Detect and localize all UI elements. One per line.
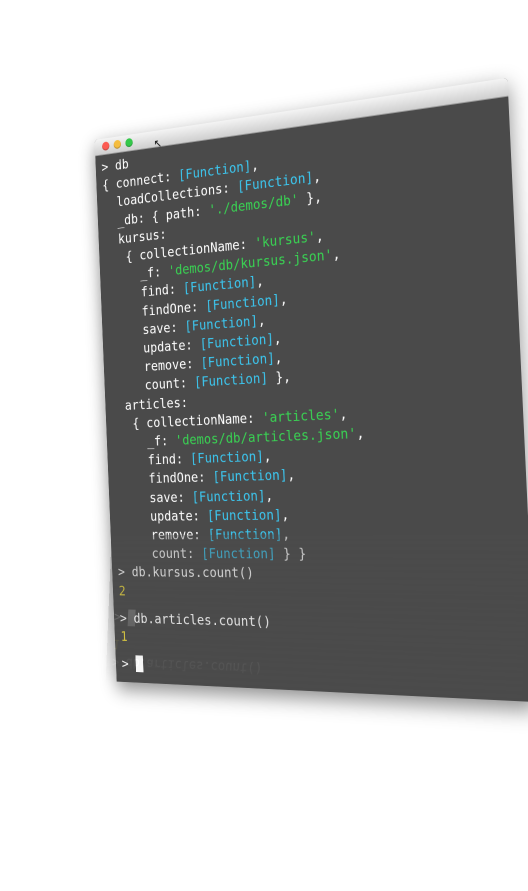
terminal-token: [Function] [193, 370, 269, 391]
terminal-token: , [312, 168, 322, 186]
terminal-token: , [257, 311, 266, 329]
terminal-token: > db.articles.count() [111, 654, 263, 677]
terminal-token: _f: [112, 432, 176, 451]
terminal-token: save: [114, 488, 193, 507]
reflection-output: > db.articles.count() 1 > [106, 607, 526, 704]
terminal-token: [Function] [206, 506, 282, 524]
close-button[interactable] [101, 141, 110, 151]
scene: ↖ > db { connect: [Function], loadCollec… [0, 0, 528, 891]
terminal-token: , [281, 506, 290, 524]
terminal-token: }, [267, 368, 292, 387]
terminal-token: findOne: [113, 469, 214, 488]
terminal-token: , [263, 448, 272, 465]
mouse-pointer-icon: ↖ [153, 136, 163, 152]
terminal-token: 'articles' [261, 405, 340, 426]
window-reflection: > db.articles.count() 1 > [105, 533, 528, 704]
reflection-surface: > db.articles.count() 1 > [105, 533, 528, 704]
terminal-token: [Function] [191, 487, 266, 505]
terminal-token: articles: [110, 394, 189, 414]
terminal-token: , [315, 227, 325, 246]
terminal-token: , [332, 245, 341, 264]
terminal-token: 1 [112, 636, 121, 652]
terminal-token: count: [110, 374, 195, 396]
terminal-token: , [287, 466, 296, 484]
terminal-token: , [265, 487, 274, 504]
terminal-token: }, [298, 187, 323, 208]
terminal-token: , [250, 156, 260, 175]
terminal-token: , [279, 290, 288, 308]
terminal-token: , [274, 349, 283, 367]
text-cursor [127, 609, 136, 627]
terminal-token: , [255, 272, 265, 291]
zoom-button[interactable] [125, 137, 133, 148]
prompt: > [113, 608, 129, 625]
terminal-token: [Function] [212, 467, 288, 486]
terminal-token: [Function] [200, 350, 276, 372]
terminal-token: , [339, 405, 348, 423]
terminal-token: , [355, 424, 365, 443]
terminal-token: update: [115, 507, 208, 525]
terminal-token: find: [113, 450, 191, 470]
terminal-token: > db [101, 155, 130, 176]
minimize-button[interactable] [113, 139, 122, 150]
terminal-token: , [273, 330, 282, 348]
terminal-token: [Function] [189, 448, 265, 467]
